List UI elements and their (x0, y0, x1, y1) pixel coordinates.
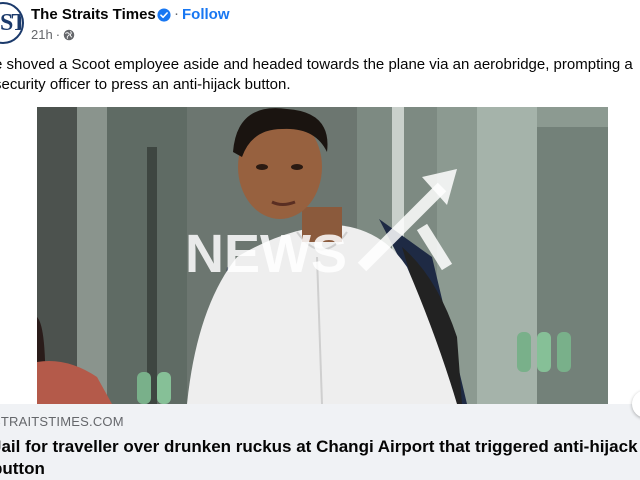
post-header: ST The Straits Times · Follow 21h · (0, 0, 640, 52)
link-headline[interactable]: Jail for traveller over drunken ruckus a… (0, 436, 640, 480)
post-timestamp[interactable]: 21h (31, 27, 53, 42)
photo-illustration: NEWS (37, 107, 608, 404)
post-photo[interactable]: NEWS (37, 107, 608, 404)
avatar-logo-text: ST (0, 10, 24, 36)
page-avatar[interactable]: ST (0, 2, 24, 44)
page-name-link[interactable]: The Straits Times (31, 6, 156, 23)
link-preview-card[interactable]: STRAITSTIMES.COM Jail for traveller over… (0, 404, 640, 480)
photo-watermark: NEWS (185, 224, 347, 284)
follow-button[interactable]: Follow (182, 6, 230, 23)
post-caption: e shoved a Scoot employee aside and head… (0, 56, 633, 93)
link-domain: STRAITSTIMES.COM (0, 414, 124, 429)
post-meta: 21h · (31, 27, 75, 42)
separator-dot: · (174, 5, 179, 22)
globe-icon (63, 29, 75, 40)
meta-separator: · (55, 27, 61, 42)
verified-badge-icon (157, 8, 171, 22)
